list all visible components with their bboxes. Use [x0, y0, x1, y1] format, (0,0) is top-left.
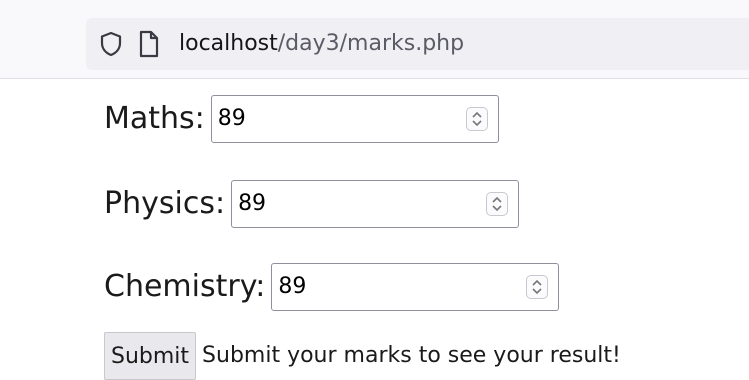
physics-input[interactable]: 89 [231, 180, 520, 228]
submit-button[interactable]: Submit [104, 332, 197, 380]
chemistry-input[interactable]: 89 [271, 263, 560, 311]
page-icon[interactable] [138, 30, 160, 58]
submit-row: Submit Submit your marks to see your res… [104, 332, 621, 380]
shield-icon[interactable] [100, 31, 122, 57]
spinner-icon[interactable] [486, 192, 509, 216]
maths-input[interactable]: 89 [210, 95, 499, 143]
maths-value: 89 [217, 106, 246, 131]
chemistry-label: Chemistry: [104, 269, 266, 304]
url-text[interactable]: localhost/day3/marks.php [179, 31, 464, 57]
spinner-icon[interactable] [465, 107, 488, 131]
physics-label: Physics: [104, 186, 226, 221]
url-path: /day3/marks.php [277, 31, 465, 56]
url-host: localhost [179, 31, 278, 56]
chemistry-row: Chemistry: 89 [104, 262, 560, 312]
physics-row: Physics: 89 [104, 179, 520, 229]
physics-value: 89 [238, 191, 267, 216]
browser-toolbar: localhost/day3/marks.php [0, 0, 749, 79]
maths-label: Maths: [104, 101, 205, 136]
spinner-icon[interactable] [526, 275, 549, 299]
chemistry-value: 89 [278, 274, 307, 299]
maths-row: Maths: 89 [104, 94, 499, 144]
result-message: Submit your marks to see your result! [202, 343, 621, 368]
